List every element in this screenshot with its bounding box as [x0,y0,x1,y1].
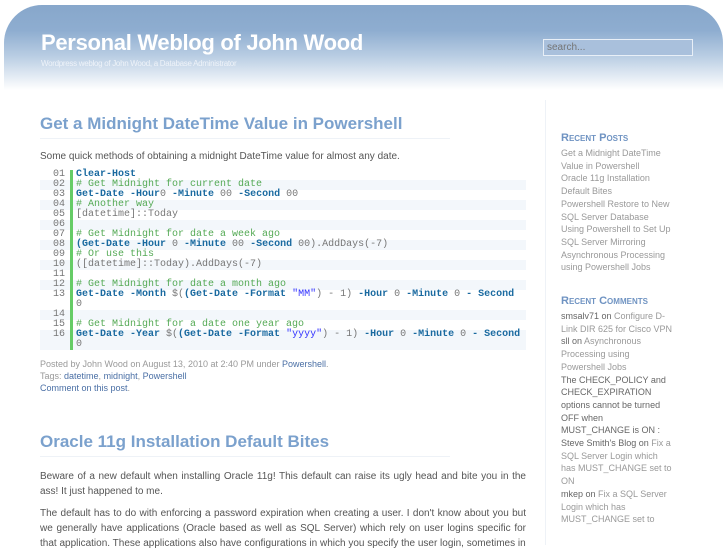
post-title[interactable]: Get a Midnight DateTime Value in Powersh… [40,114,450,139]
code-token: 0 [394,329,413,340]
code-token: -Second [238,189,281,200]
code-text: Get-Date -Month $((Get-Date -Format "MM"… [70,290,526,310]
tag-link[interactable]: datetime [64,371,99,381]
code-token: -Minute [172,189,215,200]
recent-post-link[interactable]: Using Powershell to Set Up SQL Server Mi… [561,223,673,248]
search-input[interactable] [543,39,693,56]
posted-by: Posted by John Wood on August 13, 2010 a… [40,359,283,369]
post-paragraph: The default has to do with enforcing a p… [40,508,526,549]
code-token: 0 [160,189,173,200]
post-paragraph: Beware of a new default when installing … [40,471,526,497]
post-title[interactable]: Oracle 11g Installation Default Bites [40,432,450,457]
recent-posts-list: Get a Midnight DateTime Value in Powersh… [561,147,673,274]
code-token: Get-Date -Month [76,289,167,300]
code-line: 13 Get-Date -Month $((Get-Date -Format "M… [40,290,526,310]
site-tagline: Wordpress weblog of John Wood, a Databas… [41,59,237,68]
code-token: (Get-Date -Format [184,289,287,300]
code-token: 00).AddDays(-7) [292,239,389,250]
code-token: 0 [448,289,467,300]
code-token: 0 [454,329,473,340]
code-text: ([datetime]::Today).AddDays(-7) [70,260,526,270]
recent-comment-item: smsalv71 on Configure D-Link DIR 625 for… [561,310,673,335]
category-link[interactable]: Powershell [282,359,326,369]
code-token: -Minute [406,289,449,300]
line-number: 16 [40,330,70,350]
site-title[interactable]: Personal Weblog of John Wood [41,30,363,56]
code-token: [datetime]::Today [76,209,179,220]
code-token: 00 [226,239,251,250]
comment-on: on [636,438,652,449]
comment-author: mkep [561,488,584,499]
code-token: ) - 1) [316,289,359,300]
recent-post-link[interactable]: Get a Midnight DateTime Value in Powersh… [561,147,673,172]
tags-label: Tags: [40,371,65,381]
code-text: Get-Date -Year $((Get-Date -Format "yyyy… [70,330,526,350]
tag-link[interactable]: Powershell [143,371,187,381]
code-line: 10 ([datetime]::Today).AddDays(-7) [40,260,526,270]
recent-post-link[interactable]: Oracle 11g Installation Default Bites [561,172,673,197]
recent-comment-item: mkep on Fix a SQL Server Login which has… [561,488,673,526]
recent-comment-item: The CHECK_POLICY and CHECK_EXPIRATION op… [561,374,673,488]
sidebar: Recent Posts Get a Midnight DateTime Val… [545,100,727,545]
post-intro: Some quick methods of obtaining a midnig… [40,151,400,162]
code-token: $( [160,329,179,340]
code-token: 0 [166,239,185,250]
code-token: "MM" [292,289,317,300]
comment-on: on [599,311,615,322]
code-token: -Minute [412,329,455,340]
code-token: 00 [214,189,239,200]
recent-comment-item: sll on Asynchronous Processing using Pow… [561,335,673,373]
main-content: Get a Midnight DateTime Value in Powersh… [40,114,526,558]
code-line: 05 [datetime]::Today [40,210,526,220]
code-token: -Minute [184,239,227,250]
code-token: ) - 1) [322,329,365,340]
tag-link[interactable]: midnight [104,371,138,381]
line-number: 13 [52,289,65,300]
recent-post-link[interactable]: Powershell Restore to New SQL Server Dat… [561,198,673,223]
recent-post-link[interactable]: Asynchronous Processing using Powershell… [561,249,673,274]
recent-comments-heading: Recent Comments [561,295,648,308]
recent-comments-list: smsalv71 on Configure D-Link DIR 625 for… [561,310,673,526]
code-line: 16 Get-Date -Year $((Get-Date -Format "yy… [40,330,526,350]
code-text: [datetime]::Today [70,210,526,220]
code-block: 01 Clear-Host 02 # Get Midnight for current… [40,170,526,350]
comment-author: sll [561,336,570,347]
comment-author: smsalv71 [561,311,600,322]
comment-link[interactable]: Comment on this post [40,383,128,393]
code-token: -Hour [364,329,395,340]
code-token: ([datetime]::Today).AddDays(-7) [76,259,263,270]
code-token: - Second [466,289,515,300]
comment-on: on [569,336,585,347]
code-token: Get-Date -Year [76,329,161,340]
code-token: $( [166,289,185,300]
code-token: -Hour [358,289,389,300]
code-token: - Second [472,329,521,340]
code-token: -Second [250,239,293,250]
code-token: 00 [280,189,299,200]
code-token: "yyyy" [286,329,323,340]
code-token: (Get-Date -Format [178,329,281,340]
comment-on: on [583,488,599,499]
post-meta: Posted by John Wood on August 13, 2010 a… [40,359,329,393]
recent-posts-heading: Recent Posts [561,132,629,144]
code-token: 0 [388,289,407,300]
